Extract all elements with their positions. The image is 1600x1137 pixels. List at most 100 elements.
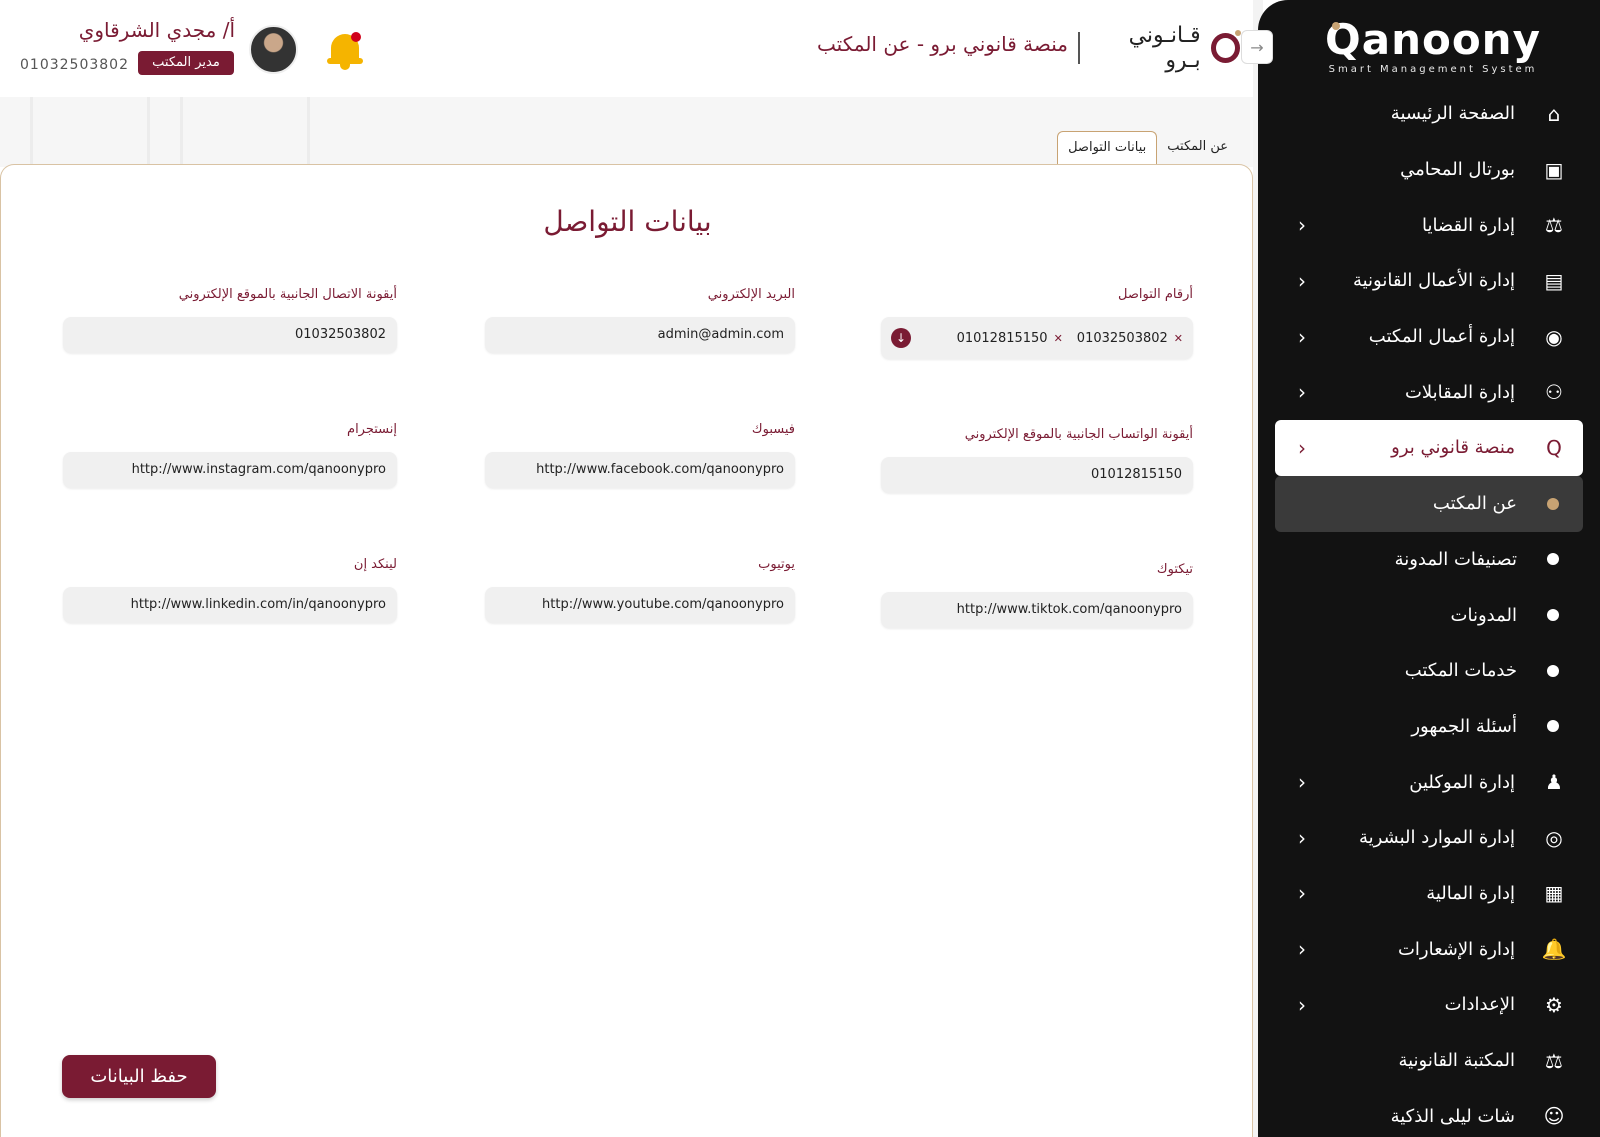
chip-value: 01032503802: [1076, 330, 1168, 346]
meetings-icon: ⚇: [1545, 380, 1563, 405]
sidebar-item[interactable]: ⚖ إدارة القضايا ‹: [1275, 197, 1583, 253]
chevron-left-icon[interactable]: ‹: [1289, 325, 1315, 349]
side-whatsapp-input[interactable]: 01012815150: [881, 457, 1193, 493]
side-call-icon-field: أيقونة الاتصال الجانبية بالموقع الإلكترو…: [63, 287, 397, 353]
youtube-field: يوتيوب http://www.youtube.com/qanoonypro: [485, 557, 795, 623]
home-icon: ⌂: [1547, 101, 1561, 126]
side-whatsapp-icon-field: أيقونة الواتساب الجانبية بالموقع الإلكتر…: [881, 427, 1193, 493]
chat-avatar-icon: ☺: [1543, 1104, 1565, 1129]
chevron-left-icon[interactable]: ‹: [1289, 269, 1315, 293]
phone-chip: ✕ 01012815150: [957, 331, 1063, 346]
sidebar-item[interactable]: ⚇ إدارة المقابلات ‹: [1275, 364, 1583, 420]
bullet-icon: [1547, 497, 1559, 510]
contact-card: بيانات التواصل أرقام التواصل ✕ 010325038…: [0, 164, 1253, 1137]
chevron-left-icon[interactable]: ‹: [1289, 826, 1315, 850]
remove-chip-icon[interactable]: ✕: [1054, 332, 1063, 345]
sidebar-subitem[interactable]: عن المكتب: [1275, 475, 1583, 532]
page-heading: منصة قانوني برو - عن المكتب: [817, 32, 1068, 56]
qanoony-q-icon: [1210, 30, 1242, 63]
sidebar-item-label: المدونات: [1450, 604, 1517, 626]
gear-icon: ⚙: [1545, 992, 1563, 1017]
sidebar-subitem[interactable]: أسئلة الجمهور: [1275, 699, 1583, 755]
sidebar-subitem[interactable]: المدونات: [1275, 587, 1583, 643]
sidebar-item[interactable]: ◉ إدارة أعمال المكتب ‹: [1275, 309, 1583, 365]
sidebar-item[interactable]: ♟ إدارة الموكلين ‹: [1275, 754, 1583, 810]
linkedin-input[interactable]: http://www.linkedin.com/in/qanoonypro: [63, 587, 397, 623]
library-icon: ⚖: [1545, 1048, 1563, 1073]
youtube-input[interactable]: http://www.youtube.com/qanoonypro: [485, 587, 795, 623]
bullet-icon: [1547, 664, 1559, 677]
field-label: أيقونة الواتساب الجانبية بالموقع الإلكتر…: [964, 427, 1193, 442]
chip-value: 01012815150: [956, 330, 1048, 346]
sidebar-item-label: خدمات المكتب: [1404, 660, 1517, 682]
bullet-icon: [1547, 609, 1559, 622]
side-call-input[interactable]: 01032503802: [63, 317, 397, 353]
sidebar-item-label: إدارة القضايا: [1421, 214, 1515, 236]
sidebar-item[interactable]: 🔔 إدارة الإشعارات ‹: [1275, 921, 1583, 977]
chevron-left-icon[interactable]: ‹: [1289, 380, 1315, 404]
clients-icon: ♟: [1545, 770, 1563, 795]
avatar[interactable]: [249, 25, 298, 74]
sidebar-item[interactable]: ⚖ المكتبة القانونية: [1275, 1033, 1583, 1089]
sidebar-item-label: بورتال المحامي: [1400, 159, 1515, 181]
top-header: قـانـوني بـرو منصة قانوني برو - عن المكت…: [0, 0, 1253, 97]
tiktok-field: تيكتوك http://www.tiktok.com/qanoonypro: [881, 562, 1193, 628]
sidebar-item-label: إدارة المقابلات: [1404, 381, 1515, 403]
contact-numbers-input[interactable]: ✕ 01032503802 ✕ 01012815150 ↓: [881, 317, 1193, 359]
instagram-input[interactable]: http://www.instagram.com/qanoonypro: [63, 452, 397, 488]
sidebar-item-label: عن المكتب: [1432, 493, 1517, 515]
sidebar-item[interactable]: ▣ بورتال المحامي: [1275, 142, 1583, 198]
contact-numbers-field: أرقام التواصل ✕ 01032503802 ✕ 0101281515…: [881, 287, 1193, 359]
logo-tagline: Smart Management System: [1328, 64, 1538, 75]
user-name: أ/ مجدي الشرقاوي: [78, 18, 235, 42]
field-label: البريد الإلكتروني: [707, 287, 795, 302]
chevron-left-icon[interactable]: ‹: [1289, 436, 1315, 460]
chevron-left-icon[interactable]: ‹: [1289, 881, 1315, 905]
finance-icon: ▦: [1544, 881, 1564, 906]
brand[interactable]: قـانـوني بـرو: [1090, 23, 1242, 73]
sidebar-item[interactable]: ⌂ الصفحة الرئيسية: [1275, 86, 1583, 142]
sidebar-item-label: إدارة أعمال المكتب: [1368, 326, 1515, 348]
legal-doc-icon: ▤: [1544, 268, 1564, 293]
dropdown-arrow-icon[interactable]: ↓: [891, 328, 911, 348]
breadcrumb-tabs: عن المكتب بيانات التواصل: [1040, 131, 1238, 165]
facebook-input[interactable]: http://www.facebook.com/qanoonypro: [485, 452, 795, 488]
hr-icon: ◎: [1545, 825, 1563, 850]
sidebar-item[interactable]: ◎ إدارة الموارد البشرية ‹: [1275, 810, 1583, 866]
sidebar-item[interactable]: ▦ إدارة المالية ‹: [1275, 866, 1583, 922]
tab-contact[interactable]: بيانات التواصل: [1057, 131, 1158, 165]
header-divider: [1078, 32, 1080, 64]
sidebar-item[interactable]: ☺ شات ليلى الذكية: [1275, 1088, 1583, 1137]
field-label: فيسبوك: [751, 422, 795, 437]
field-label: لينكد إن: [353, 557, 397, 572]
sidebar-subitem[interactable]: تصنيفات المدونة: [1275, 532, 1583, 588]
chevron-left-icon[interactable]: ‹: [1289, 937, 1315, 961]
email-input[interactable]: admin@admin.com: [485, 317, 795, 353]
field-label: إنستجرام: [347, 422, 397, 437]
sidebar-item-label: إدارة المالية: [1426, 882, 1515, 904]
bullet-icon: [1547, 720, 1559, 733]
collapse-sidebar-icon[interactable]: →: [1241, 30, 1273, 64]
chevron-left-icon[interactable]: ‹: [1289, 993, 1315, 1017]
bullet-icon: [1547, 553, 1559, 566]
tiktok-input[interactable]: http://www.tiktok.com/qanoonypro: [881, 592, 1193, 628]
user-phone: 01032503802: [20, 57, 129, 73]
chevron-left-icon[interactable]: ‹: [1289, 770, 1315, 794]
remove-chip-icon[interactable]: ✕: [1174, 332, 1183, 345]
save-data-button[interactable]: حفظ البيانات: [62, 1055, 216, 1098]
sidebar-item[interactable]: ⚙ الإعدادات ‹: [1275, 977, 1583, 1033]
sidebar-item[interactable]: ▤ إدارة الأعمال القانونية ‹: [1275, 253, 1583, 309]
sidebar-item-label: الإعدادات: [1444, 994, 1515, 1016]
sidebar-item-label: منصة قانوني برو: [1391, 437, 1515, 459]
office-icon: ◉: [1545, 324, 1563, 349]
chevron-left-icon[interactable]: ‹: [1289, 213, 1315, 237]
tab-about[interactable]: عن المكتب: [1157, 131, 1238, 165]
sidebar-item-label: المكتبة القانونية: [1398, 1050, 1515, 1072]
field-label: يوتيوب: [758, 557, 795, 572]
notification-bell-icon[interactable]: [327, 28, 363, 70]
bell-icon: 🔔: [1541, 937, 1567, 962]
sidebar-item[interactable]: Q منصة قانوني برو ‹: [1275, 420, 1583, 476]
sidebar-item-label: أسئلة الجمهور: [1411, 715, 1517, 737]
sidebar-subitem[interactable]: خدمات المكتب: [1275, 643, 1583, 699]
sidebar-item-label: إدارة الإشعارات: [1397, 938, 1515, 960]
